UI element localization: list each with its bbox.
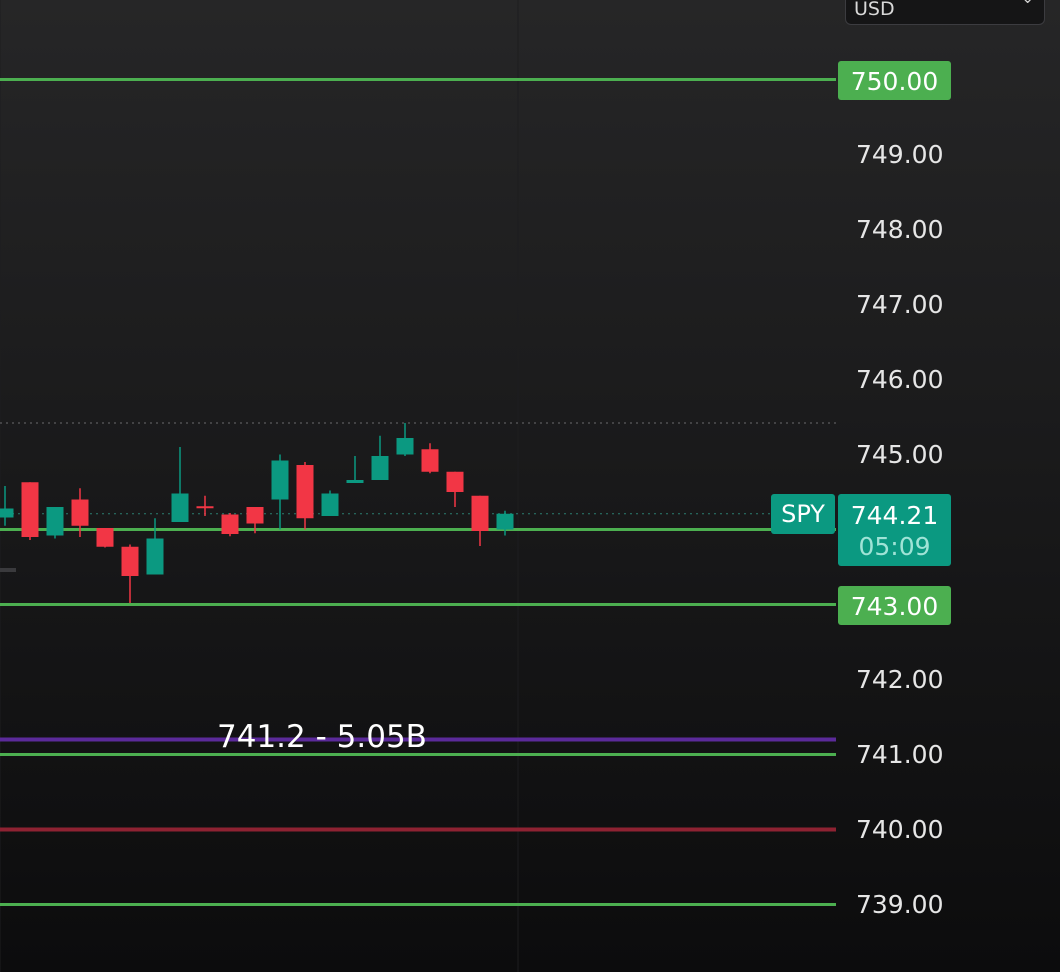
candle-body	[346, 480, 364, 483]
y-axis-tick-label: 746.00	[856, 364, 944, 394]
level-price-tag: 750.00	[838, 60, 951, 100]
currency-select-value: USD	[854, 0, 895, 20]
candle[interactable]	[46, 507, 64, 539]
candle-body	[271, 460, 289, 500]
candle-body	[321, 493, 339, 516]
candle-body	[21, 482, 39, 537]
y-axis-tick-label: 739.00	[856, 889, 944, 919]
symbol-tag: SPY	[771, 494, 835, 534]
y-axis-tick-label: 747.00	[856, 289, 944, 319]
candle-body	[196, 506, 214, 509]
candle-body	[121, 546, 139, 576]
candle-body	[371, 456, 389, 480]
y-axis-tick-label: 745.00	[856, 439, 944, 469]
y-axis-tick-label: 740.00	[856, 814, 944, 844]
candle-body	[446, 471, 464, 492]
candle-body	[471, 495, 489, 531]
volume-level-annotation: 741.2 - 5.05B	[217, 719, 427, 755]
candle-body	[296, 465, 314, 519]
candle-body	[396, 438, 414, 455]
level-price-tag: 743.00	[838, 585, 951, 625]
candle[interactable]	[221, 513, 239, 537]
candle-body	[96, 528, 114, 547]
currency-select[interactable]: USD ⌄	[845, 0, 1045, 25]
candle[interactable]	[21, 482, 39, 540]
scroll-marker	[0, 568, 16, 572]
y-axis-tick-label: 741.00	[856, 739, 944, 769]
candle-body	[246, 507, 264, 524]
candle-body	[221, 514, 239, 534]
candle-body	[496, 513, 514, 530]
candle[interactable]	[321, 490, 339, 517]
candle[interactable]	[96, 528, 114, 548]
y-axis-tick-label: 748.00	[856, 214, 944, 244]
candle-body	[46, 507, 64, 536]
last-price: 744.21	[850, 501, 939, 530]
candle-body	[0, 508, 14, 518]
chevron-down-icon: ⌄	[1021, 0, 1034, 7]
candle-body	[71, 499, 89, 526]
candle-body	[171, 493, 189, 522]
candle-body	[146, 538, 164, 575]
bar-countdown: 05:09	[858, 532, 931, 561]
y-axis-tick-label: 742.00	[856, 664, 944, 694]
candle-body	[421, 449, 439, 472]
last-price-tag: 744.21 05:09	[838, 494, 951, 566]
y-axis-tick-label: 749.00	[856, 139, 944, 169]
